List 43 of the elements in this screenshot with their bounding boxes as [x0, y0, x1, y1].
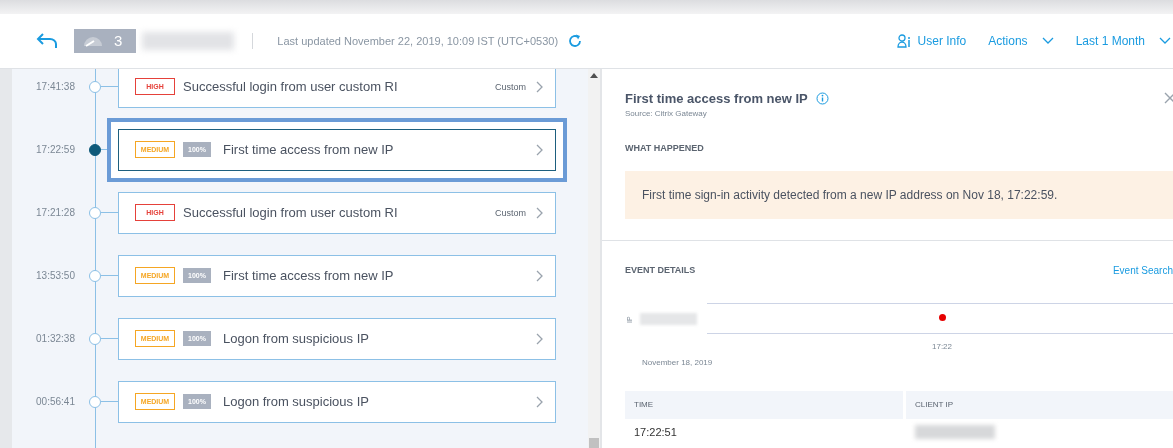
info-icon[interactable] [815, 91, 829, 105]
column-header: TIME [625, 390, 903, 419]
event-title: First time access from new IP [223, 268, 395, 284]
event-title: First time access from new IP [223, 142, 395, 158]
chevron-down-icon [1041, 36, 1054, 45]
axis-tick: 17:22 [932, 341, 954, 351]
event-title: Logon from suspicious IP [223, 331, 370, 347]
chevron-right-icon [536, 143, 543, 156]
table-cell-text: 17:22:51 [633, 424, 678, 439]
event-time: 00:56:41 [35, 396, 75, 408]
risk-score-badge: 3 [74, 28, 137, 53]
scrollbar-thumb[interactable] [589, 438, 599, 448]
column-header: CLIENT IP [906, 390, 1173, 419]
event-time: 01:32:38 [35, 333, 75, 345]
gauge-icon [82, 34, 104, 47]
chevron-right-icon [536, 206, 543, 219]
chevron-down-icon [1159, 36, 1171, 45]
event-title: Successful login from user custom RI [183, 205, 399, 221]
event-title: Logon from suspicious IP [223, 394, 370, 410]
section-heading: WHAT HAPPENED [625, 142, 705, 153]
back-arrow-icon[interactable] [36, 32, 58, 49]
what-happened-message: First time sign-in activity detected from a new IP address on Nov 18, 17:22:59. [625, 170, 1173, 219]
event-title: Successful login from user custom RI [183, 79, 399, 95]
detail-title: First time access from new IP [625, 90, 808, 106]
user-info-icon [896, 33, 912, 48]
last-updated-text: Last updated November 22, 2019, 10:09 IST (UTC+0530) [277, 34, 559, 47]
chevron-right-icon [536, 80, 543, 93]
blurred-ip-label [640, 312, 697, 325]
chevron-right-icon [536, 332, 543, 345]
event-tag: Custom [495, 207, 526, 218]
refresh-icon[interactable] [568, 33, 583, 48]
event-time: 13:53:50 [35, 270, 75, 282]
event-tag: Custom [495, 81, 526, 92]
source-text: Source: Citrix Gateway [625, 108, 708, 118]
event-time: 17:21:28 [35, 207, 75, 219]
chart-date: November 18, 2019 [642, 357, 714, 367]
section-heading: EVENT DETAILS [625, 265, 696, 276]
event-dot [939, 314, 946, 322]
event-time: 17:22:59 [35, 144, 75, 156]
close-icon[interactable] [1164, 92, 1173, 105]
chevron-right-icon [536, 269, 543, 282]
event-time: 17:41:38 [35, 81, 75, 93]
chevron-right-icon [536, 395, 543, 408]
